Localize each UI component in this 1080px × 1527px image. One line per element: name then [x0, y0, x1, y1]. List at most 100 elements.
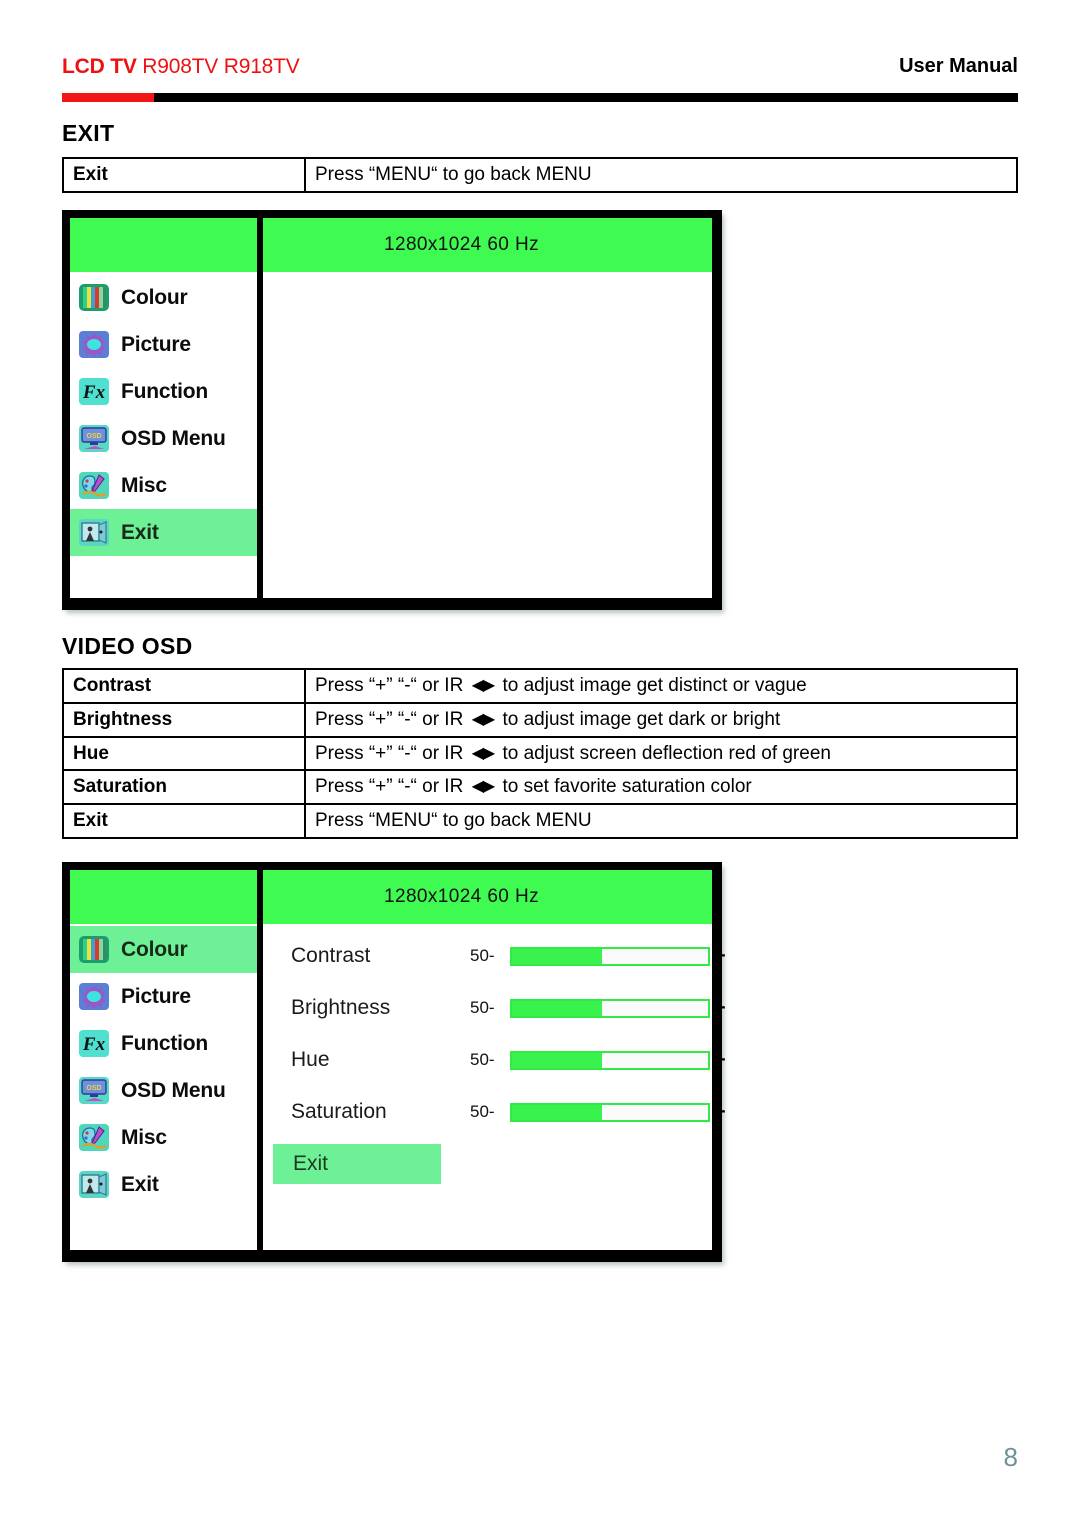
table-row: Hue Press “+” “-“ or IR ◀▶ to adjust scre… [62, 735, 1018, 772]
osd-menu-item-label: Misc [121, 473, 167, 497]
misc-palette-icon [79, 472, 109, 499]
table-row: Saturation Press “+” “-“ or IR ◀▶ to set … [62, 769, 1018, 805]
osd-monitor-icon: OSD [79, 1077, 109, 1104]
osd-menu-item-label: OSD Menu [121, 426, 226, 450]
function-fx-icon: Fx [79, 1030, 109, 1057]
ir-left-right-arrows-icon: ◀▶ [471, 744, 496, 762]
desc-text-post: to adjust image get distinct or vague [497, 675, 807, 696]
osd-menu-item-label: Exit [121, 520, 159, 544]
osd-menu-item-picture[interactable]: Picture [70, 321, 257, 368]
osd-option-slider-fill [512, 1052, 603, 1068]
osd-option-row-saturation[interactable]: Saturation 50- + [263, 1086, 726, 1138]
osd-option-row-brightness[interactable]: Brightness 50- + [263, 982, 726, 1034]
header-manual-label: User Manual [899, 55, 1018, 77]
osd-option-slider[interactable] [510, 998, 710, 1018]
osd-main-panel: 1280x1024 60 Hz [263, 218, 712, 598]
header-product-title: LCD TV R908TV R918TV [62, 55, 300, 79]
osd-inner: Colour Picture Fx Function OSD OSD Menu Misc Ex… [70, 218, 712, 598]
osd-sidebar: Colour Picture Fx Function OSD OSD Menu Misc Ex… [70, 218, 257, 598]
osd-option-slider-fill [512, 948, 603, 964]
table-cell-label: Saturation [62, 769, 306, 805]
osd-menu-item-picture[interactable]: Picture [70, 973, 257, 1020]
desc-text-post: to adjust screen deflection red of green [497, 742, 831, 764]
ir-left-right-arrows-icon: ◀▶ [471, 677, 496, 694]
osd-menu-item-label: Exit [121, 1172, 159, 1196]
section-title-exit: EXIT [62, 120, 115, 146]
osd-monitor-icon: OSD [79, 425, 109, 452]
table-cell-label: Hue [62, 735, 306, 772]
osd-option-label: Brightness [291, 996, 391, 1019]
osd-menu-item-exit[interactable]: Exit [70, 509, 257, 556]
section-title-video-osd: VIDEO OSD [62, 633, 193, 659]
osd-option-row-hue[interactable]: Hue 50- + [263, 1034, 726, 1086]
table-cell-label: Exit [62, 803, 306, 839]
osd-menu-item-colour[interactable]: Colour [70, 274, 257, 321]
osd-screenshot-exit: Colour Picture Fx Function OSD OSD Menu Misc Ex… [62, 210, 722, 610]
osd-option-value: 50- [470, 1102, 495, 1121]
osd-option-value: 50- [470, 998, 495, 1017]
table-cell-desc: Press “MENU“ to go back MENU [304, 157, 1018, 193]
osd-option-slider[interactable] [510, 946, 710, 966]
osd-menu-item-exit[interactable]: Exit [70, 1161, 257, 1208]
osd-menu-item-label: Function [121, 1031, 209, 1055]
exit-door-icon [79, 1171, 109, 1198]
osd-menu-item-label: Picture [121, 984, 191, 1008]
osd-resolution-label: 1280x1024 60 Hz [384, 886, 539, 907]
osd-option-row-exit[interactable]: Exit [263, 1138, 712, 1190]
osd-option-plus[interactable]: + [714, 945, 726, 968]
ir-left-right-arrows-icon: ◀▶ [471, 778, 496, 796]
osd-menu-item-misc[interactable]: Misc [70, 1114, 257, 1161]
table-row: Exit Press “MENU“ to go back MENU [62, 803, 1018, 839]
osd-option-exit-highlight[interactable]: Exit [273, 1144, 441, 1184]
osd-option-plus[interactable]: + [714, 1101, 726, 1124]
desc-text-pre: Press “+” “-“ or IR [315, 776, 469, 798]
osd-screenshot-video: Colour Picture Fx Function OSD OSD Menu Misc Ex… [62, 862, 726, 1262]
osd-sidebar-header [70, 218, 257, 272]
osd-menu-item-misc[interactable]: Misc [70, 462, 257, 509]
osd-option-row-contrast[interactable]: Contrast 50- + [263, 930, 726, 982]
osd-menu-item-function[interactable]: Fx Function [70, 368, 257, 415]
desc-text-post: to adjust image get dark or bright [497, 708, 781, 730]
osd-option-slider[interactable] [510, 1050, 710, 1070]
table-row: Exit Press “MENU“ to go back MENU [62, 157, 1018, 193]
osd-menu-item-function[interactable]: Fx Function [70, 1020, 257, 1067]
header-rule [62, 93, 1018, 102]
header-brand: LCD TV [62, 55, 137, 78]
osd-menu-item-colour[interactable]: Colour [70, 926, 257, 973]
osd-option-slider-fill [512, 1104, 603, 1120]
table-cell-desc: Press “+” “-“ or IR ◀▶ to adjust screen … [304, 735, 1018, 772]
table-cell-desc: Press “+” “-“ or IR ◀▶ to adjust image g… [304, 668, 1018, 704]
table-cell-label: Brightness [62, 701, 306, 738]
osd-menu-item-label: Function [121, 379, 209, 403]
osd-main-body: Contrast 50- + Brightness 50- + Hue 50- + Saturat… [263, 924, 726, 1250]
osd-option-slider[interactable] [510, 1102, 710, 1122]
osd-menu-item-label: OSD Menu [121, 1078, 226, 1102]
osd-option-value: 50- [470, 946, 495, 965]
osd-option-plus[interactable]: + [714, 1049, 726, 1072]
function-fx-icon: Fx [79, 378, 109, 405]
osd-option-label: Saturation [291, 1100, 387, 1123]
video-table-body: Contrast Press “+” “-“ or IR ◀▶ to adjust… [62, 668, 1018, 839]
osd-option-plus[interactable]: + [714, 997, 726, 1020]
osd-menu-item-osd-menu[interactable]: OSD OSD Menu [70, 415, 257, 462]
desc-text-pre: Press “+” “-“ or IR [315, 675, 469, 696]
picture-sun-icon [79, 983, 109, 1010]
header-models: R908TV R918TV [142, 55, 300, 78]
osd-menu-item-label: Colour [121, 285, 188, 309]
colour-bars-icon [79, 284, 109, 311]
osd-resolution-label: 1280x1024 60 Hz [384, 234, 539, 255]
svg-text:Fx: Fx [82, 1034, 106, 1055]
osd-inner: Colour Picture Fx Function OSD OSD Menu Misc Ex… [70, 870, 726, 1250]
exit-table-body: Exit Press “MENU“ to go back MENU [62, 157, 1018, 193]
osd-menu-item-label: Picture [121, 332, 191, 356]
osd-option-label: Contrast [291, 944, 371, 967]
osd-main-header: 1280x1024 60 Hz [263, 870, 712, 924]
osd-menu-item-label: Misc [121, 1125, 167, 1149]
osd-option-slider-fill [512, 1000, 603, 1016]
osd-menu-item-osd-menu[interactable]: OSD OSD Menu [70, 1067, 257, 1114]
osd-option-value: 50- [470, 1050, 495, 1069]
video-osd-spec-table: Contrast Press “+” “-“ or IR ◀▶ to adjust… [62, 668, 1018, 839]
osd-menu-list: Colour Picture Fx Function OSD OSD Menu Misc Ex… [70, 272, 257, 598]
exit-spec-table: Exit Press “MENU“ to go back MENU [62, 157, 1018, 193]
osd-main-panel: 1280x1024 60 Hz Contrast 50- + Brightness 50… [263, 870, 726, 1250]
